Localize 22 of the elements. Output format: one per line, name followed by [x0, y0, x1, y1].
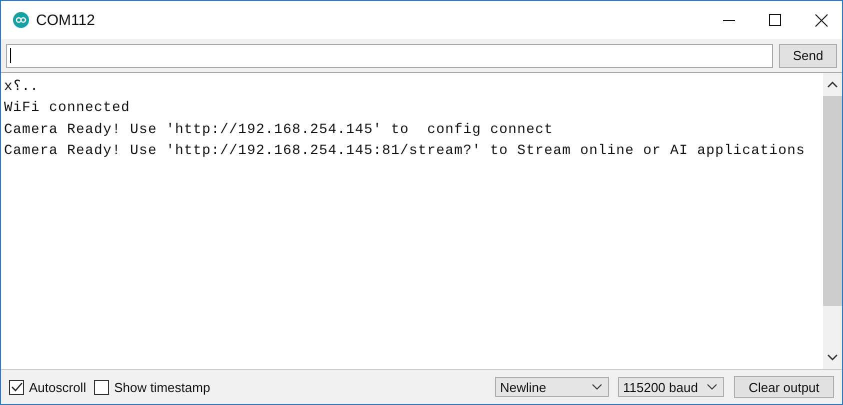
clear-output-button[interactable]: Clear output — [734, 376, 834, 398]
output-line: Camera Ready! Use 'http://192.168.254.145' to config connect — [4, 120, 554, 140]
scrollbar-thumb[interactable] — [823, 96, 842, 306]
maximize-icon[interactable] — [769, 14, 781, 26]
output-line: Camera Ready! Use 'http://192.168.254.145:81/stream?' to Stream online or AI applications — [4, 142, 806, 161]
chevron-down-icon — [592, 384, 602, 390]
send-button[interactable]: Send — [779, 44, 837, 68]
app-logo-icon — [13, 12, 29, 28]
close-icon[interactable] — [815, 14, 828, 26]
output-line: WiFi connected — [4, 99, 132, 118]
scroll-up-icon[interactable] — [827, 81, 838, 88]
checkbox-label[interactable]: Show timestamp — [114, 380, 210, 394]
baud-rate-dropdown[interactable]: 115200 baud — [618, 377, 724, 397]
checkbox[interactable] — [94, 380, 110, 394]
input-field[interactable] — [6, 44, 773, 68]
scroll-down-icon[interactable] — [827, 354, 838, 361]
output-line: x؟.. — [4, 78, 40, 97]
line-ending-dropdown[interactable]: Newline — [495, 377, 609, 397]
window-title: COM112 — [36, 12, 95, 28]
checkbox[interactable] — [9, 380, 24, 394]
checkbox-label[interactable]: Autoscroll — [29, 380, 86, 394]
chevron-down-icon — [707, 384, 717, 390]
